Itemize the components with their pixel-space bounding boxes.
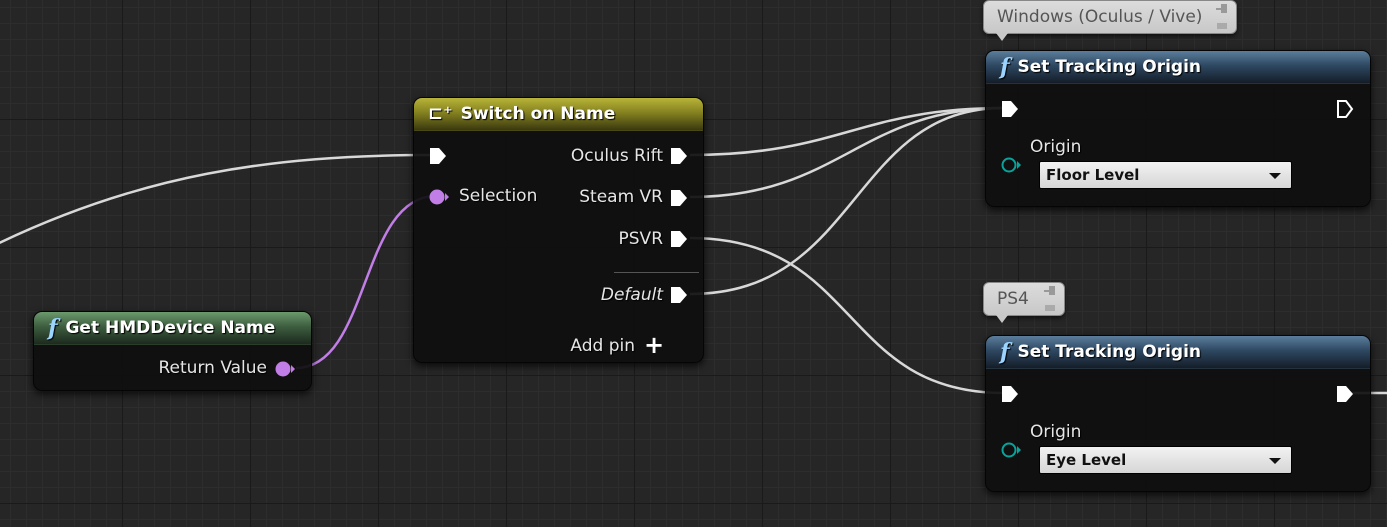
- exec-wire-default: [689, 106, 1005, 296]
- add-pin-label[interactable]: Add pin: [570, 336, 635, 356]
- oculus-rift-label: Oculus Rift: [570, 146, 663, 166]
- node-header: f Set Tracking Origin: [986, 51, 1370, 84]
- selection-label: Selection: [459, 186, 538, 206]
- comment-bubble-windows[interactable]: Windows (Oculus / Vive): [983, 0, 1237, 41]
- default-label: Default: [600, 285, 663, 305]
- exec-out-pin[interactable]: [1336, 99, 1354, 119]
- origin-dropdown[interactable]: Eye Level: [1039, 446, 1292, 474]
- origin-enum-pin[interactable]: [1000, 155, 1022, 175]
- exec-in-pin[interactable]: [1001, 384, 1019, 404]
- node-title: Get HMDDevice Name: [65, 318, 276, 338]
- function-f-icon: f: [48, 315, 58, 341]
- chevron-down-icon: [1269, 173, 1281, 179]
- exec-wire-oculus: [689, 106, 1005, 157]
- node-header: f Set Tracking Origin: [986, 336, 1370, 369]
- selection-pin[interactable]: [428, 187, 450, 207]
- origin-dropdown[interactable]: Floor Level: [1039, 161, 1292, 189]
- oculus-rift-exec-pin[interactable]: [670, 146, 688, 166]
- psvr-label: PSVR: [618, 229, 663, 249]
- return-value-pin[interactable]: [274, 359, 296, 379]
- comment-text: PS4: [997, 289, 1029, 309]
- node-title: Set Tracking Origin: [1017, 342, 1202, 362]
- origin-enum-pin[interactable]: [1000, 440, 1022, 460]
- steam-vr-exec-pin[interactable]: [670, 188, 688, 208]
- plus-icon[interactable]: +: [644, 333, 664, 357]
- chevron-down-icon: [1269, 458, 1281, 464]
- exec-wire-in: [0, 153, 433, 245]
- switch-node-icon: ⊏⁺: [428, 102, 453, 124]
- origin-dropdown-value: Eye Level: [1046, 451, 1127, 469]
- exec-out-pin[interactable]: [1336, 384, 1354, 404]
- exec-wire-steamvr: [689, 106, 1005, 199]
- node-header: ⊏⁺ Switch on Name: [414, 98, 703, 131]
- switch-on-name-node[interactable]: ⊏⁺ Switch on Name Selection Oculus Rift …: [413, 97, 704, 363]
- node-title: Switch on Name: [460, 104, 616, 124]
- default-divider: [614, 272, 699, 273]
- psvr-exec-pin[interactable]: [670, 229, 688, 249]
- function-f-icon: f: [1000, 339, 1010, 365]
- node-header: f Get HMDDevice Name: [34, 312, 311, 345]
- exec-in-pin[interactable]: [429, 146, 447, 166]
- set-tracking-origin-node-ps4[interactable]: f Set Tracking Origin Origin Eye Level: [985, 335, 1371, 492]
- pushpin-icon[interactable]: [1214, 3, 1230, 31]
- node-title: Set Tracking Origin: [1017, 57, 1202, 77]
- function-f-icon: f: [1000, 54, 1010, 80]
- set-tracking-origin-node-pc[interactable]: f Set Tracking Origin Origin Floor Level: [985, 50, 1371, 207]
- exec-wire-psvr: [689, 236, 1005, 395]
- return-value-label: Return Value: [158, 358, 268, 378]
- default-exec-pin[interactable]: [670, 285, 688, 305]
- pushpin-icon[interactable]: [1042, 285, 1058, 313]
- origin-label: Origin: [1030, 137, 1082, 157]
- exec-in-pin[interactable]: [1001, 99, 1019, 119]
- origin-dropdown-value: Floor Level: [1046, 166, 1140, 184]
- steam-vr-label: Steam VR: [579, 187, 663, 207]
- origin-label: Origin: [1030, 422, 1082, 442]
- get-hmd-device-name-node[interactable]: f Get HMDDevice Name Return Value: [33, 311, 312, 391]
- comment-text: Windows (Oculus / Vive): [997, 7, 1203, 27]
- comment-bubble-ps4[interactable]: PS4: [983, 282, 1065, 323]
